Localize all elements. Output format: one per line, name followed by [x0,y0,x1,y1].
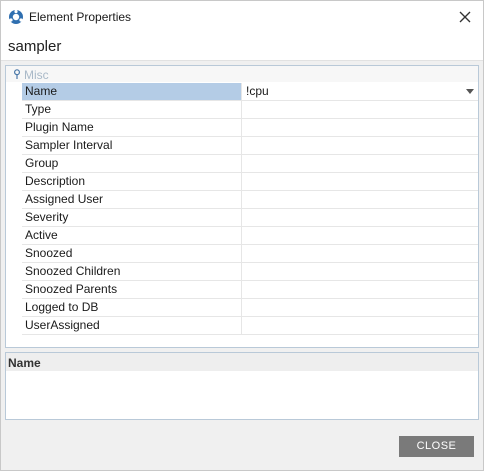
property-value[interactable] [242,317,478,334]
property-value[interactable] [242,209,478,226]
property-name[interactable]: Type [22,101,242,118]
property-value[interactable] [242,299,478,316]
property-row[interactable]: Logged to DB [22,299,478,317]
property-row[interactable]: Active [22,227,478,245]
property-row[interactable]: Severity [22,209,478,227]
property-value[interactable] [242,227,478,244]
property-row[interactable]: Snoozed Children [22,263,478,281]
close-icon[interactable] [455,7,475,27]
property-name[interactable]: Active [22,227,242,244]
description-header: Name [6,353,478,371]
element-header: sampler [1,33,483,61]
property-value[interactable] [242,191,478,208]
window-title: Element Properties [29,10,132,24]
property-value[interactable] [242,101,478,118]
property-name[interactable]: Severity [22,209,242,226]
property-name[interactable]: Name [22,83,242,100]
property-grid[interactable]: Misc Name !cpu Type Plugin Name Sampler Inte… [5,65,479,348]
property-name[interactable]: Plugin Name [22,119,242,136]
category-row-misc[interactable]: Misc [6,66,478,82]
property-row[interactable]: UserAssigned [22,317,478,335]
property-value[interactable] [242,281,478,298]
property-row[interactable]: Name !cpu [22,83,478,101]
property-rows: Name !cpu Type Plugin Name Sampler Interval G… [22,83,478,335]
app-icon [9,9,23,24]
property-row[interactable]: Plugin Name [22,119,478,137]
property-name[interactable]: Snoozed Children [22,263,242,280]
property-row[interactable]: Type [22,101,478,119]
category-label: Misc [24,68,49,82]
property-row[interactable]: Description [22,173,478,191]
property-row[interactable]: Snoozed Parents [22,281,478,299]
property-row[interactable]: Snoozed [22,245,478,263]
property-value[interactable] [242,137,478,154]
element-name-heading: sampler [8,38,62,55]
property-name[interactable]: Group [22,155,242,172]
description-title: Name [8,356,41,370]
category-pin-icon[interactable] [12,69,22,79]
property-value[interactable]: !cpu [242,83,478,100]
property-name[interactable]: Sampler Interval [22,137,242,154]
description-panel: Name [5,352,479,420]
property-name[interactable]: Logged to DB [22,299,242,316]
property-row[interactable]: Group [22,155,478,173]
close-button[interactable]: CLOSE [399,436,474,457]
property-value[interactable] [242,263,478,280]
property-name[interactable]: UserAssigned [22,317,242,334]
property-row[interactable]: Assigned User [22,191,478,209]
chevron-down-icon[interactable] [466,89,474,94]
property-name[interactable]: Assigned User [22,191,242,208]
title-bar: Element Properties [1,1,483,33]
element-properties-window: Element Properties sampler Misc Name !cpu… [0,0,484,471]
property-name[interactable]: Snoozed [22,245,242,262]
property-value[interactable] [242,173,478,190]
property-value[interactable] [242,119,478,136]
property-value[interactable] [242,245,478,262]
property-name[interactable]: Snoozed Parents [22,281,242,298]
property-name[interactable]: Description [22,173,242,190]
property-row[interactable]: Sampler Interval [22,137,478,155]
property-value[interactable] [242,155,478,172]
